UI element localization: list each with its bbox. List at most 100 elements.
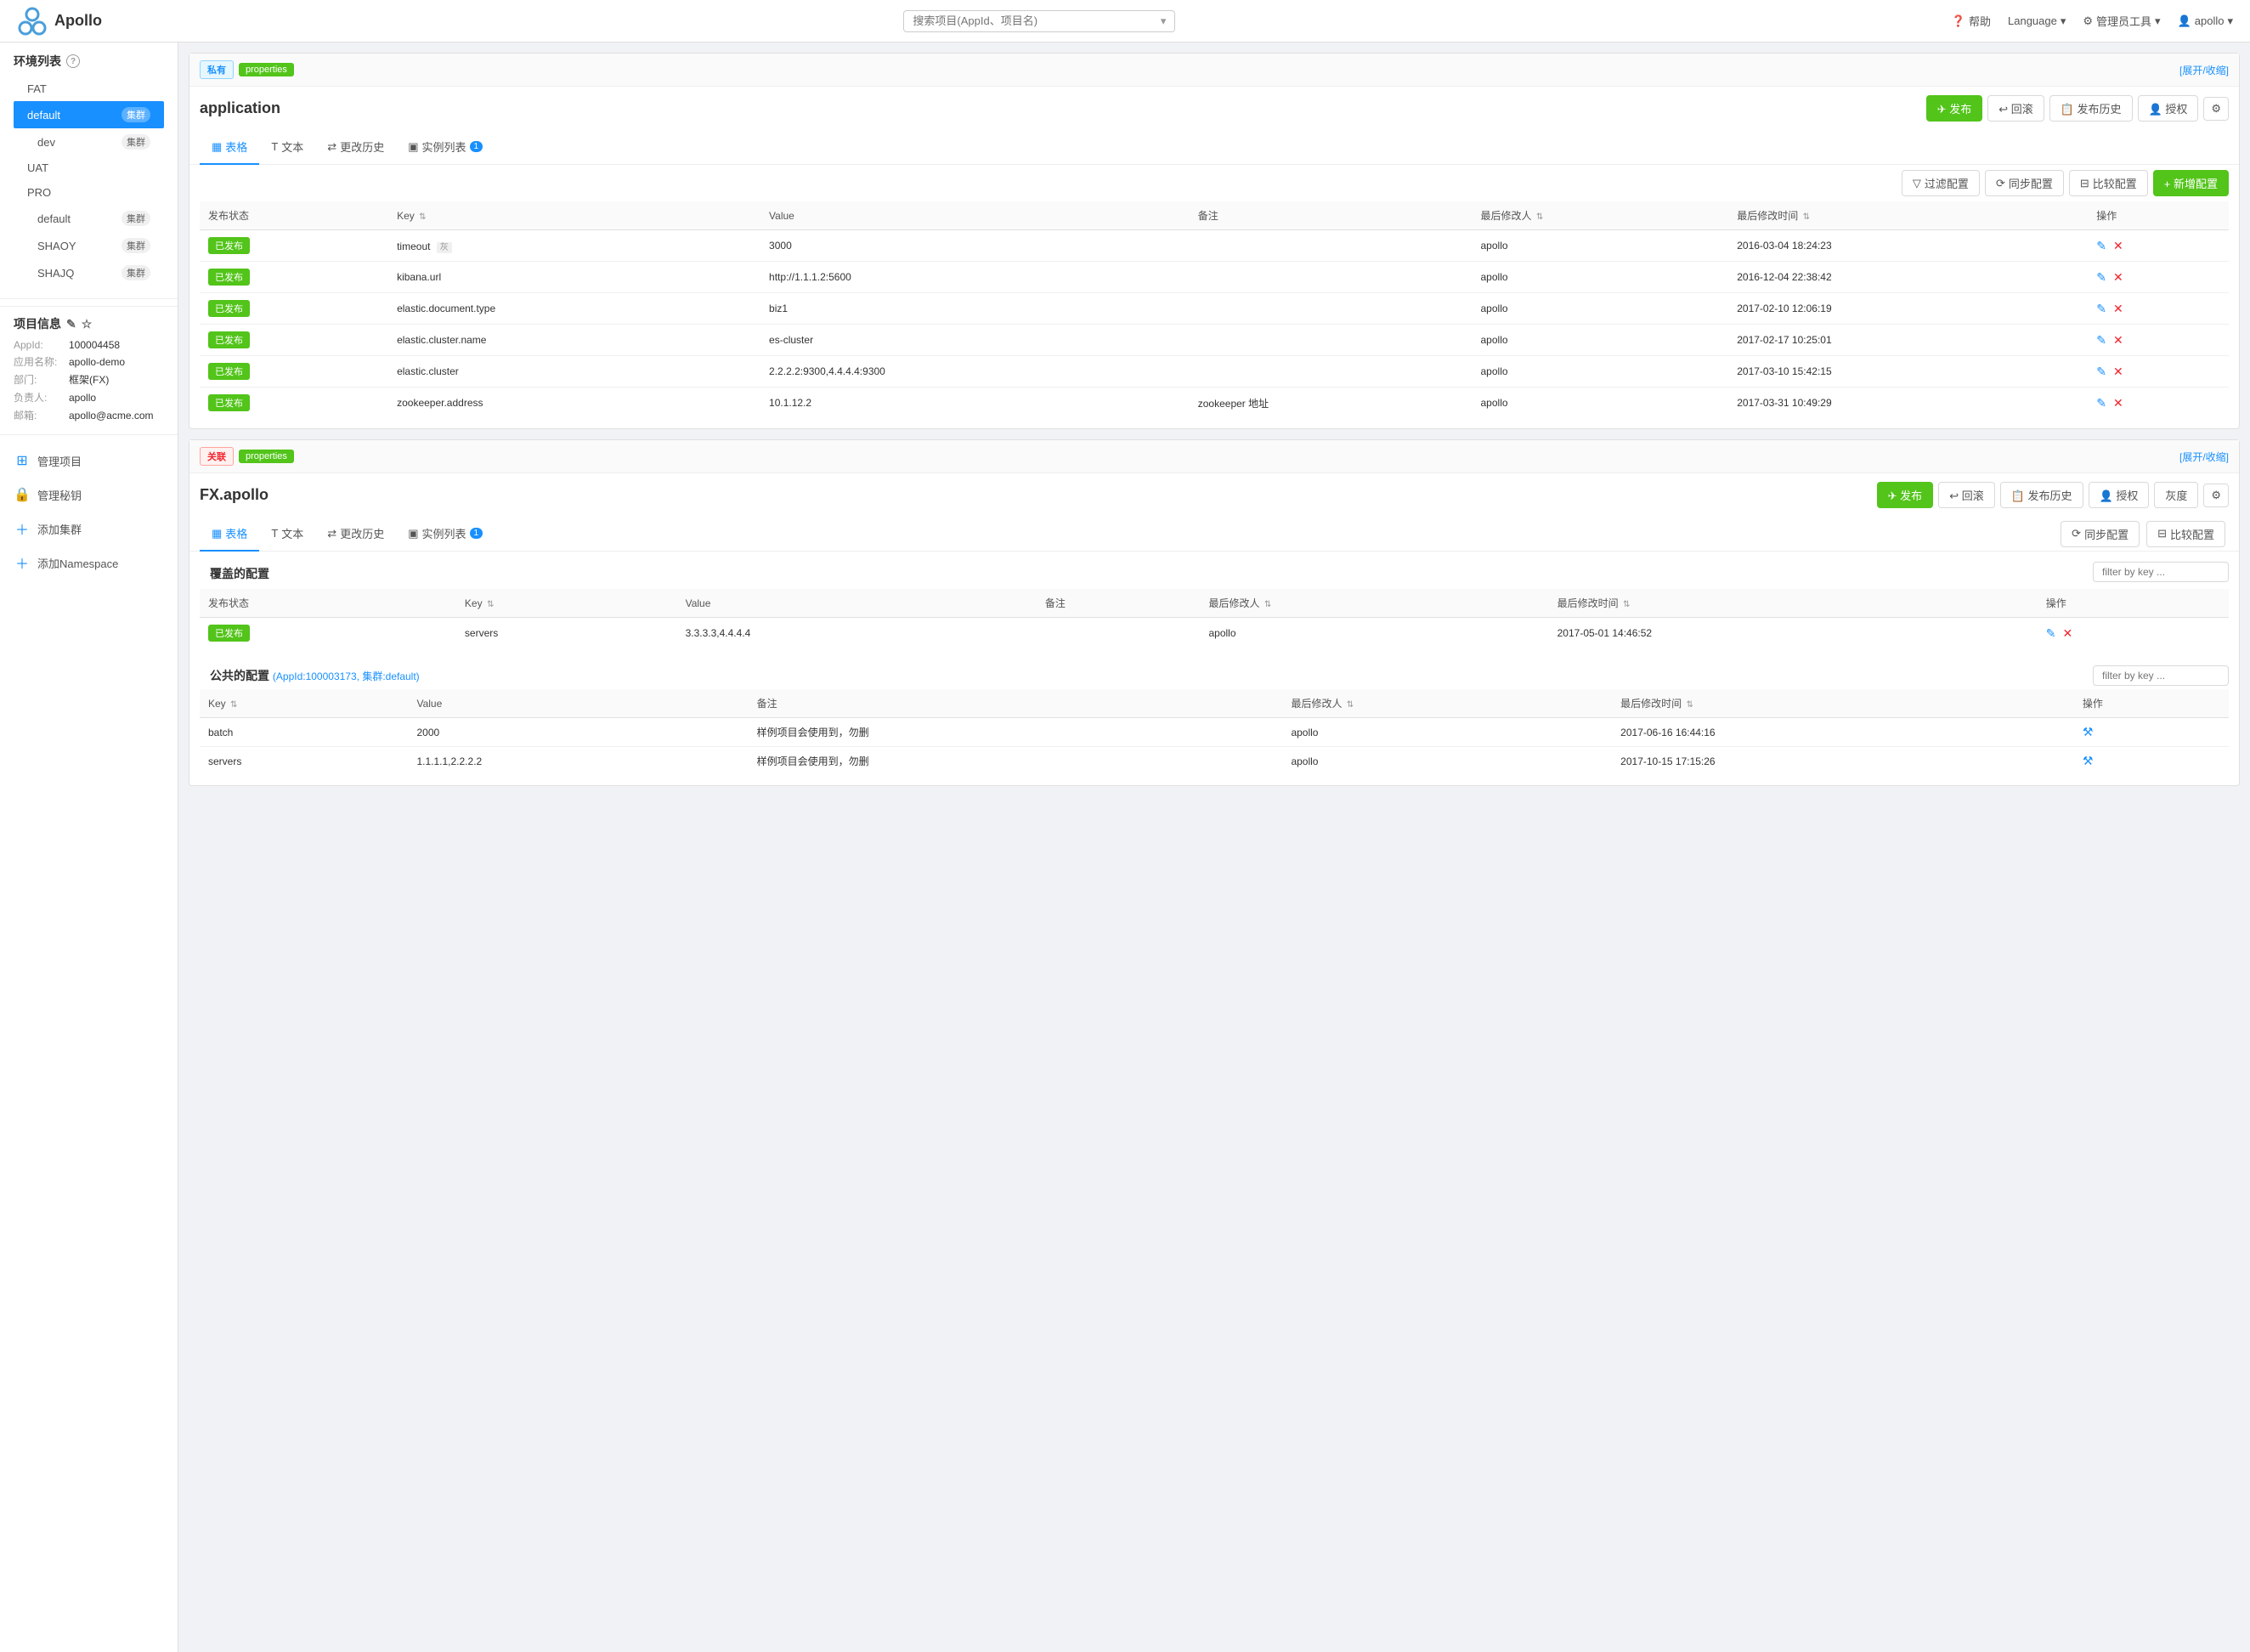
tab-instances[interactable]: ▣ 实例列表 1 (396, 517, 495, 552)
sidebar-item-default-active[interactable]: default 集群 (14, 101, 164, 128)
status-badge: 已发布 (208, 394, 250, 411)
tab-table[interactable]: ▦ 表格 (200, 130, 259, 165)
manage-project-action[interactable]: ⊞ 管理项目 (0, 444, 178, 478)
rollback-button[interactable]: ↩ 回滚 (1987, 95, 2044, 122)
public-table: Key ⇅ Value 备注 最后修改人 ⇅ 最后修改时间 ⇅ 操作 batch… (200, 689, 2229, 775)
tools-button[interactable]: ⚒ (2083, 725, 2094, 739)
delete-button[interactable]: ✕ (2113, 239, 2123, 253)
publish-history-button[interactable]: 📋 发布历史 (2000, 482, 2083, 508)
delete-button[interactable]: ✕ (2113, 333, 2123, 348)
manage-secret-action[interactable]: 🔒 管理秘钥 (0, 478, 178, 512)
edit-button[interactable]: ✎ (2096, 239, 2106, 253)
settings-button[interactable]: ⚙ (2203, 97, 2229, 121)
edit-button[interactable]: ✎ (2096, 396, 2106, 410)
add-config-button[interactable]: + 新增配置 (2153, 170, 2229, 196)
public-filter-input[interactable] (2093, 665, 2229, 686)
settings-button[interactable]: ⚙ (2203, 484, 2229, 507)
delete-button[interactable]: ✕ (2113, 302, 2123, 316)
sidebar-item-dev[interactable]: dev 集群 (14, 128, 164, 156)
delete-button[interactable]: ✕ (2113, 365, 2123, 379)
sidebar-item-label: UAT (27, 161, 48, 174)
sidebar-item-fat[interactable]: FAT (14, 76, 164, 101)
col-note: 备注 (1037, 589, 1201, 618)
publish-history-button[interactable]: 📋 发布历史 (2049, 95, 2133, 122)
expand-link[interactable]: [展开/收缩] (2179, 450, 2229, 464)
status-badge: 已发布 (208, 300, 250, 317)
language-button[interactable]: Language ▾ (2008, 14, 2066, 28)
value-cell: 1.1.1.1,2.2.2.2 (408, 747, 748, 776)
edit-button[interactable]: ✎ (2096, 365, 2106, 379)
associated-badge: 关联 (200, 447, 234, 466)
instance-icon: ▣ (408, 140, 418, 154)
publish-button[interactable]: ✈ 发布 (1877, 482, 1934, 508)
properties-tag: properties (239, 63, 294, 76)
delete-button[interactable]: ✕ (2062, 626, 2072, 641)
logo-text: Apollo (54, 12, 102, 30)
edit-button[interactable]: ✎ (2096, 333, 2106, 348)
sync-icon: ⟳ (2072, 527, 2081, 540)
edit-button[interactable]: ✎ (2096, 270, 2106, 285)
sidebar-item-uat[interactable]: UAT (14, 156, 164, 180)
status-badge: 已发布 (208, 363, 250, 380)
sidebar-item-pro-default[interactable]: default 集群 (14, 205, 164, 232)
compare-config-button[interactable]: ⊟ 比较配置 (2146, 521, 2225, 547)
status-badge: 已发布 (208, 269, 250, 286)
sidebar-item-shaoy[interactable]: SHAOY 集群 (14, 232, 164, 259)
cluster-badge: 集群 (122, 134, 150, 150)
gray-tag: 灰 (437, 242, 452, 253)
delete-button[interactable]: ✕ (2113, 270, 2123, 285)
history-icon: ⇄ (327, 140, 336, 154)
authorize-button[interactable]: 👤 授权 (2089, 482, 2150, 508)
admin-button[interactable]: ⚙ 管理员工具 ▾ (2083, 13, 2160, 29)
grid-icon: ⊞ (14, 452, 31, 469)
help-label: 帮助 (1969, 13, 1991, 29)
search-input[interactable] (913, 14, 1155, 27)
time-cell: 2017-05-01 14:46:52 (1549, 618, 2038, 649)
tab-instances[interactable]: ▣ 实例列表 1 (396, 130, 495, 165)
sidebar-item-shajq[interactable]: SHAJQ 集群 (14, 259, 164, 286)
help-icon[interactable]: ? (66, 54, 80, 68)
question-icon: ❓ (1952, 14, 1965, 28)
help-button[interactable]: ❓ 帮助 (1952, 13, 1991, 29)
covered-filter-input[interactable] (2093, 562, 2229, 582)
filter-config-button[interactable]: ▽ 过滤配置 (1902, 170, 1980, 196)
compare-config-button[interactable]: ⊟ 比较配置 (2069, 170, 2148, 196)
edit-button[interactable]: ✎ (2096, 302, 2106, 316)
tab-text[interactable]: T 文本 (259, 130, 315, 165)
header-search: ▾ (127, 10, 1952, 32)
action-cell: ⚒ (2074, 747, 2229, 776)
add-cluster-action[interactable]: ＋ 添加集群 (0, 512, 178, 546)
rollback-button[interactable]: ↩ 回滚 (1938, 482, 1995, 508)
sidebar-item-pro[interactable]: PRO (14, 180, 164, 205)
tab-history[interactable]: ⇄ 更改历史 (315, 130, 396, 165)
delete-button[interactable]: ✕ (2113, 396, 2123, 410)
note-cell (1190, 356, 1473, 388)
add-namespace-action[interactable]: ＋ 添加Namespace (0, 546, 178, 580)
tools-button[interactable]: ⚒ (2083, 754, 2094, 768)
edit-button[interactable]: ✎ (2046, 626, 2056, 641)
search-box[interactable]: ▾ (903, 10, 1175, 32)
tab-table[interactable]: ▦ 表格 (200, 517, 259, 552)
status-cell: 已发布 (200, 293, 388, 325)
logo-icon (17, 6, 48, 37)
edit-icon[interactable]: ✎ (66, 317, 76, 331)
sync-config-button[interactable]: ⟳ 同步配置 (2061, 521, 2140, 547)
modifier-cell: apollo (1282, 747, 1612, 776)
expand-link[interactable]: [展开/收缩] (2179, 63, 2229, 77)
status-cell: 已发布 (200, 230, 388, 262)
history-icon: ⇄ (327, 527, 336, 540)
action-cell: ✎ ✕ (2088, 230, 2229, 262)
tab-history[interactable]: ⇄ 更改历史 (315, 517, 396, 552)
logo: Apollo (17, 6, 102, 37)
col-actions: 操作 (2038, 589, 2229, 618)
modifier-cell: apollo (1473, 293, 1729, 325)
publish-button[interactable]: ✈ 发布 (1926, 95, 1983, 122)
authorize-button[interactable]: 👤 授权 (2138, 95, 2199, 122)
star-icon[interactable]: ☆ (82, 317, 93, 331)
user-button[interactable]: 👤 apollo ▾ (2178, 14, 2233, 28)
sync-config-button[interactable]: ⟳ 同步配置 (1985, 170, 2064, 196)
action-cell: ✎ ✕ (2038, 618, 2229, 649)
tab-text[interactable]: T 文本 (259, 517, 315, 552)
status-cell: 已发布 (200, 388, 388, 419)
gray-button[interactable]: 灰度 (2154, 482, 2198, 508)
